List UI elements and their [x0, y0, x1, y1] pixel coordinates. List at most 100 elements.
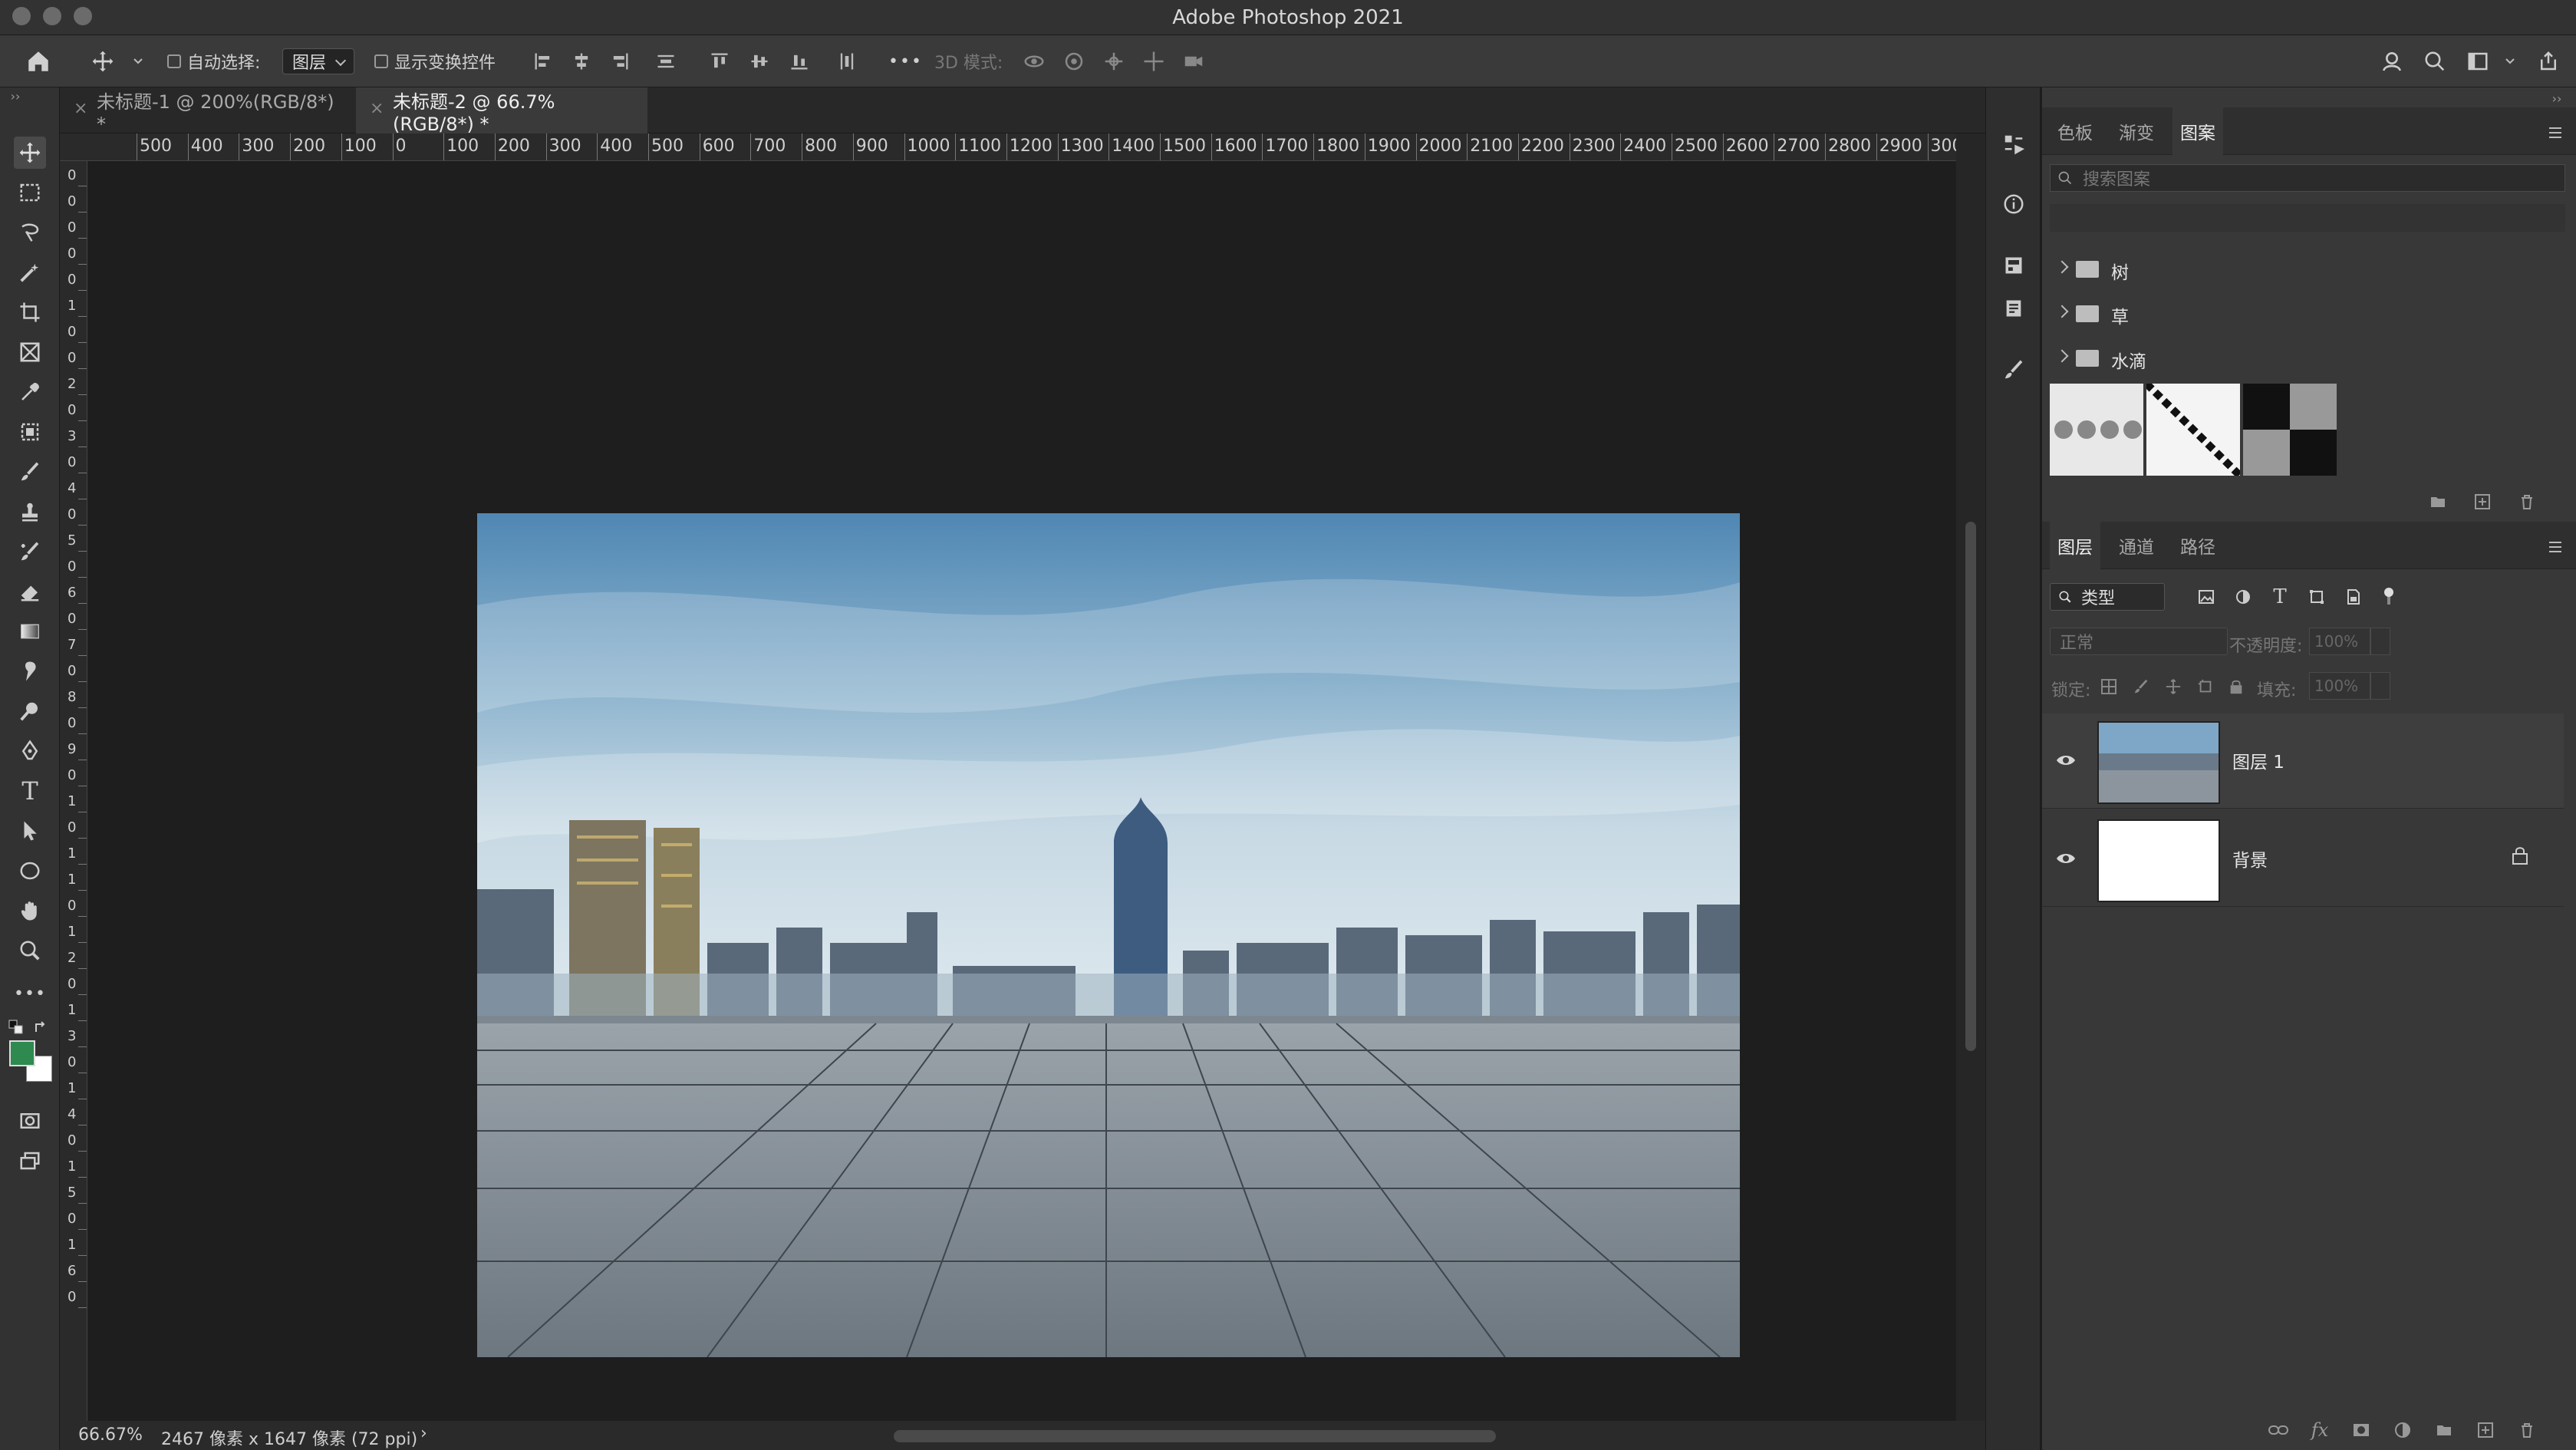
- lock-icon[interactable]: [2512, 845, 2528, 868]
- align-hcenter-icon[interactable]: [568, 48, 595, 75]
- tab-document-1[interactable]: × 未标题-1 @ 200%(RGB/8*) *: [60, 87, 351, 135]
- layer-row[interactable]: 背景: [2042, 812, 2564, 907]
- hand-icon[interactable]: [14, 895, 46, 927]
- layer-style-icon[interactable]: fx: [2304, 1415, 2335, 1445]
- filter-smart-object-icon[interactable]: [2341, 585, 2366, 609]
- smudge-icon[interactable]: [14, 655, 46, 687]
- 3d-pan-icon[interactable]: [1100, 48, 1128, 75]
- new-group-icon[interactable]: [2429, 1415, 2459, 1445]
- swap-colors-icon[interactable]: [32, 1019, 49, 1036]
- align-vcenter-icon[interactable]: [746, 48, 773, 75]
- layer-name[interactable]: 图层 1: [2232, 747, 2284, 773]
- crop-icon[interactable]: [14, 296, 46, 328]
- 3d-slide-icon[interactable]: [1140, 48, 1168, 75]
- brush-icon[interactable]: [14, 456, 46, 488]
- stamp-icon[interactable]: [14, 496, 46, 528]
- ellipse-icon[interactable]: [14, 855, 46, 887]
- patch-icon[interactable]: [14, 416, 46, 448]
- vertical-scroll-thumb[interactable]: [1965, 522, 1976, 1051]
- filter-toggle-icon[interactable]: [2377, 585, 2401, 609]
- eye-icon[interactable]: [2056, 849, 2076, 870]
- share-user-icon[interactable]: [2377, 46, 2407, 77]
- move-icon[interactable]: [14, 137, 46, 169]
- lock-pixels-icon[interactable]: [2130, 675, 2153, 698]
- lock-transparent-icon[interactable]: [2097, 675, 2120, 698]
- show-transform-check[interactable]: [374, 54, 388, 68]
- chevron-down-icon[interactable]: [2501, 52, 2519, 71]
- tab-swatches[interactable]: 色板: [2050, 107, 2100, 155]
- layer-row[interactable]: 图层 1: [2042, 713, 2564, 809]
- zoom-icon[interactable]: [14, 934, 46, 967]
- chevron-right-icon[interactable]: [2055, 260, 2069, 274]
- pattern-group-water[interactable]: 水滴: [2042, 338, 2564, 379]
- align-left-icon[interactable]: [529, 48, 557, 75]
- collapse-panel-icon[interactable]: ››: [2545, 91, 2568, 106]
- expand-icon[interactable]: ››: [6, 89, 25, 104]
- pattern-swatch-dots[interactable]: [2050, 384, 2143, 476]
- home-icon[interactable]: [23, 46, 54, 77]
- 3d-orbit-icon[interactable]: [1020, 48, 1048, 75]
- panel-menu-icon[interactable]: [2544, 121, 2567, 144]
- workspace-icon[interactable]: [2462, 46, 2493, 77]
- gradient-icon[interactable]: [14, 615, 46, 648]
- notes-icon[interactable]: [1997, 292, 2031, 325]
- pattern-swatch-checker[interactable]: [2243, 384, 2337, 476]
- new-layer-icon[interactable]: [2470, 1415, 2501, 1445]
- 3d-roll-icon[interactable]: [1060, 48, 1088, 75]
- lock-artboard-icon[interactable]: [2194, 675, 2217, 698]
- pattern-group-grass[interactable]: 草: [2042, 293, 2564, 334]
- filter-adjustment-icon[interactable]: [2231, 585, 2255, 609]
- delete-layer-icon[interactable]: [2512, 1415, 2542, 1445]
- filter-type-icon[interactable]: T: [2268, 585, 2292, 609]
- pen-icon[interactable]: [14, 735, 46, 767]
- opacity-input[interactable]: 100%: [2309, 628, 2370, 655]
- chevron-right-icon[interactable]: [2055, 305, 2069, 318]
- info-icon[interactable]: [1997, 187, 2031, 221]
- zoom-level[interactable]: 66.67%: [78, 1425, 143, 1445]
- history-panel-icon[interactable]: [1997, 127, 2031, 161]
- filter-shape-icon[interactable]: [2304, 585, 2329, 609]
- screen-mode-icon[interactable]: [14, 1145, 46, 1177]
- brush-settings-icon[interactable]: [1997, 353, 2031, 387]
- align-top-icon[interactable]: [706, 48, 733, 75]
- blend-mode-select[interactable]: 正常: [2050, 628, 2228, 655]
- link-layers-icon[interactable]: [2263, 1415, 2294, 1445]
- tab-document-2[interactable]: × 未标题-2 @ 66.7%(RGB/8*) *: [356, 87, 647, 135]
- add-mask-icon[interactable]: [2346, 1415, 2377, 1445]
- new-pattern-group-button[interactable]: [2423, 486, 2453, 517]
- history-brush-icon[interactable]: [14, 536, 46, 568]
- distribute-icon[interactable]: [652, 48, 680, 75]
- panel-menu-icon[interactable]: [2544, 536, 2567, 559]
- eyedropper-icon[interactable]: [14, 376, 46, 408]
- export-icon[interactable]: [2533, 46, 2564, 77]
- type-icon[interactable]: T: [14, 775, 46, 807]
- opacity-dropdown-button[interactable]: [2370, 628, 2390, 655]
- pattern-search-input[interactable]: 搜索图案: [2050, 164, 2565, 192]
- filter-pixel-icon[interactable]: [2194, 585, 2219, 609]
- lock-all-icon[interactable]: [2225, 675, 2248, 698]
- chevron-right-icon[interactable]: [2055, 349, 2069, 363]
- fill-input[interactable]: 100%: [2309, 672, 2370, 700]
- 3d-camera-icon[interactable]: [1180, 48, 1207, 75]
- document-canvas[interactable]: [477, 513, 1740, 1357]
- tab-paths[interactable]: 路径: [2172, 522, 2223, 569]
- tab-patterns[interactable]: 图案: [2172, 107, 2223, 155]
- lock-position-icon[interactable]: [2162, 675, 2185, 698]
- layer-name[interactable]: 背景: [2232, 845, 2268, 872]
- default-colors-icon[interactable]: [8, 1019, 25, 1036]
- canvas-area[interactable]: [87, 161, 1956, 1421]
- chevron-down-icon[interactable]: [129, 52, 147, 71]
- fill-dropdown-button[interactable]: [2370, 672, 2390, 700]
- tab-gradients[interactable]: 渐变: [2111, 107, 2162, 155]
- lasso-icon[interactable]: [14, 216, 46, 249]
- align-right-icon[interactable]: [606, 48, 634, 75]
- properties-icon[interactable]: [1997, 249, 2031, 282]
- eye-icon[interactable]: [2056, 750, 2076, 772]
- show-transform-checkbox[interactable]: 显示变换控件: [374, 35, 496, 87]
- align-bottom-icon[interactable]: [786, 48, 813, 75]
- vertical-scrollbar[interactable]: [1956, 133, 1985, 1421]
- path-select-icon[interactable]: [14, 815, 46, 847]
- pattern-group-tree[interactable]: 树: [2042, 249, 2564, 290]
- eraser-icon[interactable]: [14, 575, 46, 608]
- status-menu-arrow[interactable]: ›: [420, 1424, 427, 1443]
